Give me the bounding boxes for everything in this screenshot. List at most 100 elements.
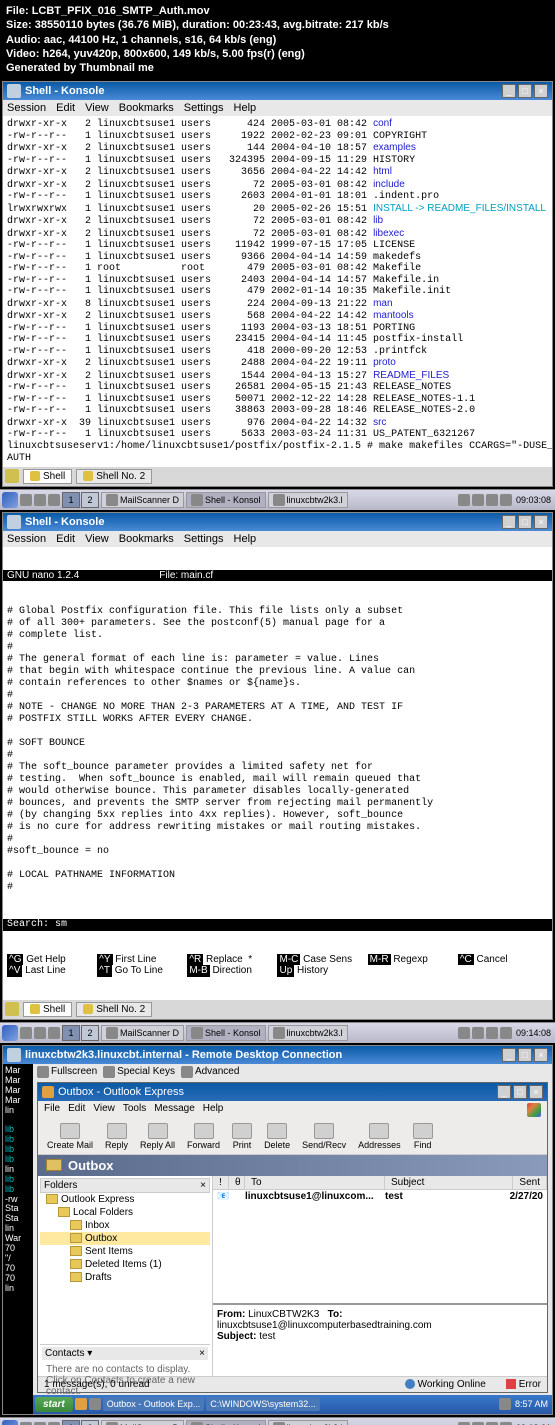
tray-icon[interactable] <box>472 494 484 506</box>
kmenu-icon[interactable] <box>2 1025 18 1041</box>
maximize-button[interactable]: □ <box>518 515 532 529</box>
minimize-button[interactable]: _ <box>502 1048 516 1062</box>
toolbar-delete[interactable]: Delete <box>261 1122 293 1151</box>
menu-item[interactable]: View <box>85 533 109 545</box>
taskbar-task[interactable]: linuxcbtw2k3.l <box>268 492 348 508</box>
tray-icon[interactable] <box>486 494 498 506</box>
titlebar[interactable]: linuxcbtw2k3.linuxcbt.internal - Remote … <box>3 1046 552 1064</box>
pager[interactable]: 2 <box>81 1025 99 1041</box>
menu-item[interactable]: Tools <box>123 1103 146 1117</box>
start-button[interactable]: start <box>35 1397 73 1412</box>
windows-task[interactable]: C:\WINDOWS\system32... <box>206 1397 320 1411</box>
minimize-button[interactable]: _ <box>502 515 516 529</box>
pager[interactable]: 1 <box>62 1420 80 1425</box>
tray-icon[interactable] <box>500 1422 512 1425</box>
tray-icon[interactable] <box>486 1027 498 1039</box>
shell-tab[interactable]: Shell No. 2 <box>76 1002 152 1017</box>
tray-icon[interactable] <box>34 1027 46 1039</box>
shell-tab[interactable]: Shell No. 2 <box>76 469 152 484</box>
tray-icon[interactable] <box>20 1422 32 1425</box>
menu-item[interactable]: File <box>44 1103 60 1117</box>
folder-item[interactable]: Drafts <box>40 1271 210 1284</box>
maximize-button[interactable]: □ <box>518 84 532 98</box>
tray-icon[interactable] <box>48 1027 60 1039</box>
tray-icon[interactable] <box>458 1027 470 1039</box>
nano-search[interactable]: Search: sm <box>3 919 552 931</box>
folder-item[interactable]: Local Folders <box>40 1206 210 1219</box>
nano-editor[interactable]: GNU nano 1.2.4 File: main.cf # Global Po… <box>3 547 552 1000</box>
menu-item[interactable]: Help <box>234 533 257 545</box>
column-header[interactable]: ! <box>213 1176 229 1189</box>
tray-icon[interactable] <box>34 494 46 506</box>
menu-item[interactable]: Message <box>154 1103 195 1117</box>
menu-item[interactable]: View <box>85 102 109 114</box>
menu-item[interactable]: Session <box>7 533 46 545</box>
tray-icon[interactable] <box>20 1027 32 1039</box>
folder-item[interactable]: Outlook Express <box>40 1193 210 1206</box>
rdp-toolbar-item[interactable]: Special Keys <box>103 1066 175 1078</box>
pager[interactable]: 2 <box>81 492 99 508</box>
maximize-button[interactable]: □ <box>518 1048 532 1062</box>
toolbar-print[interactable]: Print <box>229 1122 255 1151</box>
tray-icon[interactable] <box>500 494 512 506</box>
message-row[interactable]: 📧 linuxcbtsuse1@linuxcom... test 2/27/20 <box>213 1190 547 1203</box>
column-header[interactable]: To <box>245 1176 385 1189</box>
minimize-button[interactable]: _ <box>497 1085 511 1099</box>
menu-item[interactable]: Settings <box>184 102 224 114</box>
menu-item[interactable]: View <box>93 1103 115 1117</box>
toolbar-find[interactable]: Find <box>410 1122 436 1151</box>
column-header[interactable]: θ <box>229 1176 245 1189</box>
close-button[interactable]: × <box>529 1085 543 1099</box>
toolbar-addresses[interactable]: Addresses <box>355 1122 404 1151</box>
taskbar-task[interactable]: Shell - Konsol <box>186 1025 266 1041</box>
column-header[interactable]: Subject <box>385 1176 513 1189</box>
menu-item[interactable]: Help <box>234 102 257 114</box>
taskbar-task[interactable]: MailScanner D <box>101 492 184 508</box>
menu-item[interactable]: Edit <box>68 1103 85 1117</box>
tray-icon[interactable] <box>472 1422 484 1425</box>
folder-item[interactable]: Inbox <box>40 1219 210 1232</box>
rdp-toolbar-item[interactable]: Fullscreen <box>37 1066 97 1078</box>
windows-task[interactable]: Outbox - Outlook Exp... <box>103 1397 205 1411</box>
toolbar-create-mail[interactable]: Create Mail <box>44 1122 96 1151</box>
folder-item[interactable]: Deleted Items (1) <box>40 1258 210 1271</box>
menu-item[interactable]: Session <box>7 102 46 114</box>
minimize-button[interactable]: _ <box>502 84 516 98</box>
column-header[interactable]: Sent <box>513 1176 547 1189</box>
tray-icon[interactable] <box>500 1027 512 1039</box>
taskbar-task[interactable]: Shell - Konsol <box>186 1420 266 1425</box>
kmenu-icon[interactable] <box>2 1420 18 1425</box>
tray-icon[interactable] <box>458 494 470 506</box>
new-tab-icon[interactable] <box>5 1002 19 1016</box>
contacts-header[interactable]: Contacts ▾× <box>42 1347 208 1360</box>
taskbar-task[interactable]: MailScanner D <box>101 1420 184 1425</box>
tray-icon[interactable] <box>486 1422 498 1425</box>
terminal-output[interactable]: drwxr-xr-x 2 linuxcbtsuse1 users 424 200… <box>3 116 552 467</box>
taskbar-task[interactable]: Shell - Konsol <box>186 492 266 508</box>
toolbar-send-recv[interactable]: Send/Recv <box>299 1122 349 1151</box>
pager[interactable]: 1 <box>62 492 80 508</box>
folder-item[interactable]: Sent Items <box>40 1245 210 1258</box>
tray-icon[interactable] <box>458 1422 470 1425</box>
quicklaunch-icon[interactable] <box>89 1398 101 1410</box>
new-tab-icon[interactable] <box>5 469 19 483</box>
folder-item[interactable]: Outbox <box>40 1232 210 1245</box>
pager[interactable]: 2 <box>81 1420 99 1425</box>
menu-item[interactable]: Help <box>203 1103 224 1117</box>
tray-icon[interactable] <box>34 1422 46 1425</box>
menu-item[interactable]: Bookmarks <box>119 533 174 545</box>
tray-icon[interactable] <box>472 1027 484 1039</box>
tray-icon[interactable] <box>20 494 32 506</box>
taskbar-task[interactable]: linuxcbtw2k3.l <box>268 1420 348 1425</box>
pager[interactable]: 1 <box>62 1025 80 1041</box>
toolbar-reply[interactable]: Reply <box>102 1122 131 1151</box>
shell-tab[interactable]: Shell <box>23 469 72 484</box>
quicklaunch-icon[interactable] <box>75 1398 87 1410</box>
outlook-titlebar[interactable]: Outbox - Outlook Express _ □ × <box>38 1083 547 1101</box>
taskbar-task[interactable]: linuxcbtw2k3.l <box>268 1025 348 1041</box>
titlebar[interactable]: Shell - Konsole _ □ × <box>3 82 552 100</box>
shell-tab[interactable]: Shell <box>23 1002 72 1017</box>
toolbar-forward[interactable]: Forward <box>184 1122 223 1151</box>
toolbar-reply-all[interactable]: Reply All <box>137 1122 178 1151</box>
close-button[interactable]: × <box>534 1048 548 1062</box>
